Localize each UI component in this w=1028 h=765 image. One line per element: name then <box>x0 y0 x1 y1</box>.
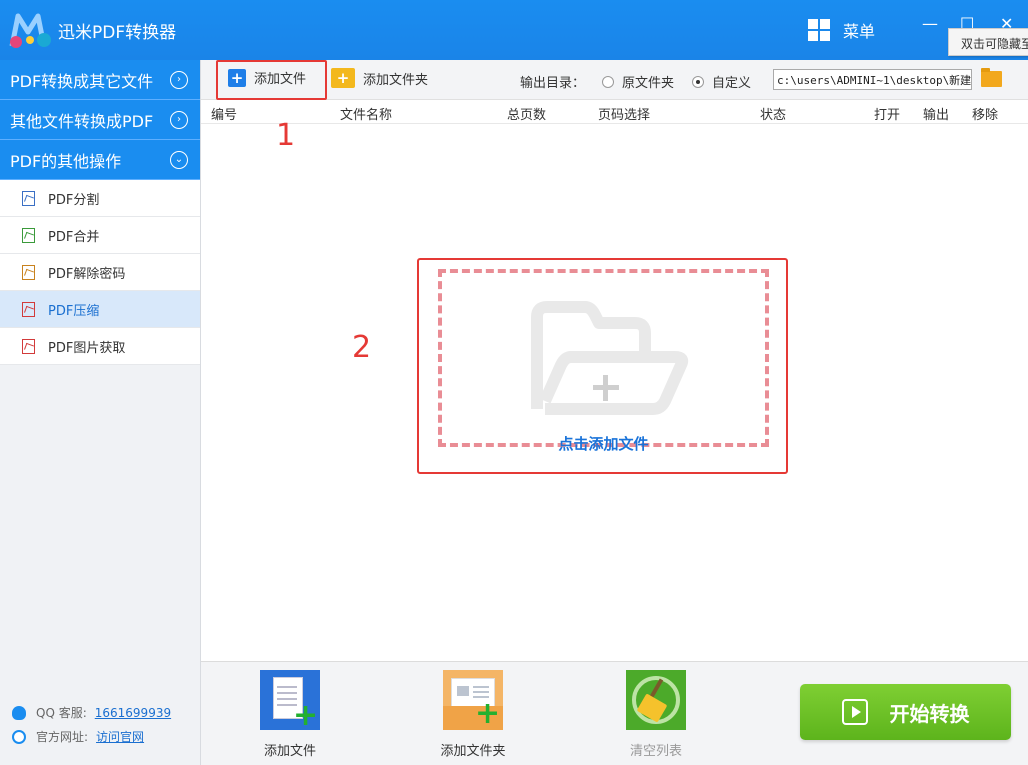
add-file-document-icon: + <box>260 670 320 731</box>
sidebar: PDF转换成其它文件 › 其他文件转换成PDF › PDF的其他操作 ⌄ PDF… <box>0 60 201 765</box>
chevron-down-icon: ⌄ <box>170 150 188 169</box>
bottom-add-file-button[interactable]: + 添加文件 <box>240 670 340 759</box>
pdf-file-icon <box>22 338 35 354</box>
minimize-button[interactable]: — <box>922 14 938 33</box>
open-folder-plus-icon <box>531 301 689 415</box>
pdf-file-icon <box>22 227 35 243</box>
sidebar-item-pdf-merge[interactable]: PDF合并 <box>0 217 200 254</box>
section-label: PDF的其他操作 <box>10 151 122 171</box>
column-header: 打开 <box>874 108 901 123</box>
add-folder-label: 添加文件夹 <box>363 72 429 88</box>
sidebar-item-label: PDF解除密码 <box>48 266 126 282</box>
broom-icon <box>626 670 686 730</box>
sidebar-item-label: PDF压缩 <box>48 303 100 319</box>
sidebar-item-pdf-split[interactable]: PDF分割 <box>0 180 200 217</box>
step-number-2: 2 <box>352 330 372 365</box>
pdf-file-icon <box>22 190 35 206</box>
menu-button[interactable]: 菜单 <box>808 16 880 44</box>
column-header: 文件名称 <box>340 108 393 123</box>
section-label: PDF转换成其它文件 <box>10 71 154 91</box>
radio-label: 自定义 <box>712 76 752 91</box>
sidebar-item-label: PDF合并 <box>48 229 100 245</box>
bottom-add-file-label: 添加文件 <box>263 744 316 759</box>
clear-list-label: 清空列表 <box>629 744 682 759</box>
sidebar-item-pdf-compress[interactable]: PDF压缩 <box>0 291 200 328</box>
add-folder-document-icon: + <box>443 670 503 730</box>
sidebar-section-pdf-other-ops[interactable]: PDF的其他操作 ⌄ <box>0 140 200 180</box>
sidebar-section-other-to-pdf[interactable]: 其他文件转换成PDF › <box>0 100 200 140</box>
output-dir-label: 输出目录： <box>520 76 586 91</box>
menu-label: 菜单 <box>843 22 876 41</box>
visit-site-link[interactable]: 访问官网 <box>96 728 144 745</box>
radio-label: 原文件夹 <box>622 76 675 91</box>
qq-number-link[interactable]: 1661699939 <box>95 706 171 720</box>
add-folder-icon: + <box>331 68 355 88</box>
sidebar-item-label: PDF图片获取 <box>48 340 126 356</box>
radio-checked-icon <box>692 75 704 88</box>
bottom-add-folder-label: 添加文件夹 <box>440 744 506 759</box>
column-header: 页码选择 <box>598 108 651 123</box>
column-header: 输出 <box>923 108 950 123</box>
bottom-add-folder-button[interactable]: + 添加文件夹 <box>423 670 523 759</box>
sidebar-item-pdf-unlock[interactable]: PDF解除密码 <box>0 254 200 291</box>
column-header: 总页数 <box>507 108 547 123</box>
play-icon <box>841 699 868 725</box>
qq-icon <box>12 705 26 720</box>
column-header: 状态 <box>760 108 787 123</box>
highlight-box-step1 <box>216 60 327 100</box>
chevron-right-icon: › <box>170 110 188 129</box>
drop-zone-label: 点击添加文件 <box>558 435 649 453</box>
official-site: 官方网址: 访问官网 <box>12 728 144 745</box>
app-title: 迅米PDF转换器 <box>58 23 177 43</box>
ie-browser-icon <box>12 729 26 744</box>
toolbar: + 添加文件 + 添加文件夹 输出目录： 原文件夹 自定义 c:\users\A… <box>201 60 1028 100</box>
qq-label: QQ 客服: <box>36 706 87 720</box>
radio-original-folder[interactable]: 原文件夹 <box>602 72 674 91</box>
highlight-box-step2: 点击添加文件 <box>417 258 788 474</box>
site-label: 官方网址: <box>36 730 89 744</box>
sidebar-section-pdf-to-other[interactable]: PDF转换成其它文件 › <box>0 60 200 100</box>
clear-list-button[interactable]: 清空列表 <box>606 670 706 759</box>
pdf-file-icon <box>22 301 35 317</box>
radio-custom[interactable]: 自定义 <box>692 72 751 91</box>
sidebar-item-pdf-image-extract[interactable]: PDF图片获取 <box>0 328 200 365</box>
tooltip: 双击可隐藏至 <box>948 28 1028 56</box>
title-bar: 迅米PDF转换器 菜单 — ☐ ✕ 双击可隐藏至 <box>0 0 1028 60</box>
output-path-field[interactable]: c:\users\ADMINI~1\desktop\新建文 <box>773 69 972 90</box>
radio-icon <box>602 75 614 88</box>
bottom-action-bar: + 添加文件 + 添加文件夹 清空列表 开始转换 <box>201 661 1028 765</box>
add-folder-button[interactable]: + 添加文件夹 <box>331 68 428 88</box>
section-label: 其他文件转换成PDF <box>10 111 154 131</box>
add-file-drop-zone[interactable]: 点击添加文件 <box>438 269 769 453</box>
pdf-file-icon <box>22 264 35 280</box>
file-table-header: 编号 文件名称 总页数 页码选择 状态 打开 输出 移除 <box>201 100 1028 124</box>
start-convert-button[interactable]: 开始转换 <box>800 684 1011 740</box>
chevron-right-icon: › <box>170 70 188 89</box>
column-header: 编号 <box>211 108 238 123</box>
step-number-1: 1 <box>276 118 296 153</box>
sidebar-item-label: PDF分割 <box>48 192 100 208</box>
grid-menu-icon <box>808 19 830 41</box>
browse-folder-icon[interactable] <box>981 68 1002 87</box>
app-logo-icon <box>9 13 51 48</box>
column-header: 移除 <box>972 108 999 123</box>
qq-support: QQ 客服: 1661699939 <box>12 704 171 721</box>
start-convert-label: 开始转换 <box>889 701 970 726</box>
